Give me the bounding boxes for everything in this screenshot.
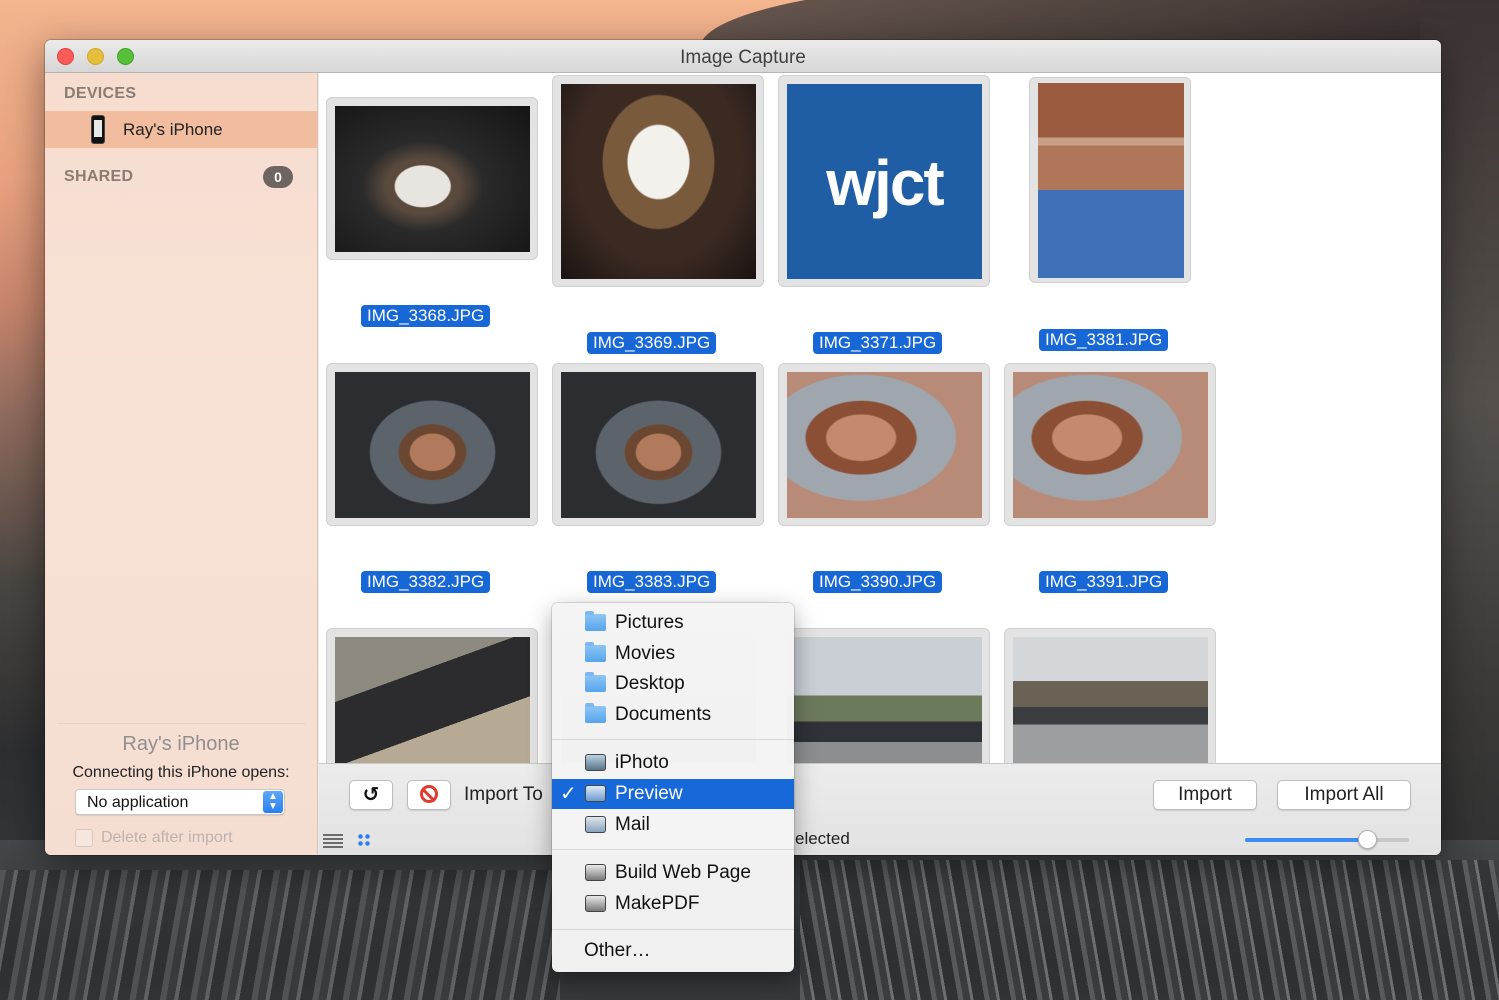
sidebar: DEVICES Ray's iPhone SHARED 0 Ray's iPho…	[45, 73, 318, 855]
thumbnail-tile[interactable]: wjct	[778, 75, 990, 287]
checkmark-icon: ✓	[560, 783, 577, 805]
import-button[interactable]: Import	[1153, 780, 1257, 810]
sidebar-divider	[57, 723, 305, 724]
sidebar-item-device[interactable]: Ray's iPhone	[45, 111, 317, 148]
portrait-photo-icon	[561, 372, 756, 518]
wjct-logo-text: wjct	[826, 147, 944, 219]
menu-separator	[552, 929, 794, 930]
slider-fill	[1245, 838, 1368, 842]
thumbnail-tile[interactable]	[1004, 628, 1216, 763]
image-grid: IMG_3368.JPG IMG_3369.JPG wjct IMG_3371.…	[319, 73, 1441, 763]
rotate-left-button[interactable]: ↺	[349, 780, 393, 810]
menu-item-iphoto[interactable]: iPhoto	[552, 748, 794, 778]
menu-item-label: MakePDF	[615, 893, 700, 914]
thumbnail-tile[interactable]	[552, 363, 764, 526]
preview-app-icon	[585, 785, 606, 802]
thumbnail-tile[interactable]	[1029, 77, 1191, 283]
devices-header: DEVICES	[64, 85, 137, 102]
thumbnail-label[interactable]: IMG_3382.JPG	[361, 571, 491, 593]
thumbnail-tile[interactable]	[326, 363, 538, 526]
opens-application-value: No application	[87, 794, 189, 811]
thumbnail-label[interactable]: IMG_3390.JPG	[813, 571, 943, 593]
menu-item-label: Documents	[615, 704, 712, 725]
menu-item-label: Movies	[615, 643, 676, 664]
menu-item-documents[interactable]: Documents	[552, 700, 794, 730]
slider-knob[interactable]	[1358, 830, 1377, 849]
mail-app-icon	[585, 816, 606, 833]
device-name: Ray's iPhone	[123, 120, 223, 139]
menu-item-label: Preview	[615, 783, 683, 804]
delete-after-import-label: Delete after import	[101, 829, 233, 846]
connecting-opens-label: Connecting this iPhone opens:	[72, 764, 290, 781]
desktop-folder-icon	[585, 672, 606, 692]
thumbnail-tile[interactable]	[326, 97, 538, 260]
street-photo-icon	[787, 637, 982, 763]
import-all-button[interactable]: Import All	[1277, 780, 1411, 810]
menu-item-label: Desktop	[615, 673, 685, 694]
selected-device-title: Ray's iPhone	[122, 733, 240, 755]
import-to-label: Import To	[464, 784, 543, 805]
portrait-photo-icon	[787, 372, 982, 518]
menu-item-other[interactable]: Other…	[552, 936, 794, 966]
wjct-logo-icon: wjct	[787, 84, 982, 279]
script-icon	[585, 864, 606, 881]
menu-separator	[552, 739, 794, 740]
thumbnail-tile[interactable]	[552, 75, 764, 287]
portrait-photo-icon	[335, 372, 530, 518]
menu-item-mail[interactable]: Mail	[552, 810, 794, 840]
thumbnail-label[interactable]: IMG_3371.JPG	[813, 332, 943, 354]
menu-item-label: Build Web Page	[615, 862, 751, 883]
menu-item-build-web-page[interactable]: Build Web Page	[552, 858, 794, 888]
menu-separator	[552, 849, 794, 850]
thumbnail-label[interactable]: IMG_3381.JPG	[1039, 329, 1169, 351]
title-bar[interactable]: Image Capture	[45, 40, 1441, 73]
delete-button[interactable]	[407, 780, 451, 810]
window-title: Image Capture	[680, 47, 806, 68]
coffee-cup-photo-icon	[335, 106, 530, 252]
shared-header: SHARED	[64, 168, 134, 185]
pictures-folder-icon	[585, 611, 606, 631]
menu-item-movies[interactable]: Movies	[552, 639, 794, 669]
delete-icon	[420, 785, 438, 804]
thumbnail-label[interactable]: IMG_3391.JPG	[1039, 571, 1169, 593]
movies-folder-icon	[585, 642, 606, 662]
thumbnail-tile[interactable]	[778, 628, 990, 763]
thumbnail-tile[interactable]	[778, 363, 990, 526]
iphone-icon	[91, 115, 105, 144]
thumbnail-label[interactable]: IMG_3368.JPG	[361, 305, 491, 327]
opens-application-select[interactable]: No application ▲ ▼	[75, 789, 285, 815]
selection-status: elected	[795, 829, 850, 848]
portrait-photo-icon	[1038, 83, 1184, 278]
list-view-icon[interactable]	[323, 834, 343, 848]
rotate-icon: ↺	[362, 784, 380, 806]
portrait-photo-icon	[1013, 372, 1208, 518]
documents-folder-icon	[585, 703, 606, 723]
thumbnail-label[interactable]: IMG_3369.JPG	[587, 332, 717, 354]
thumbnail-tile[interactable]	[1004, 363, 1216, 526]
iphoto-app-icon	[585, 754, 606, 771]
icon-view-icon[interactable]	[357, 833, 371, 847]
bottom-toolbar: ↺ Import To elected Import Import All	[319, 763, 1441, 855]
thumbnail-label[interactable]: IMG_3383.JPG	[587, 571, 717, 593]
menu-item-makepdf[interactable]: MakePDF	[552, 889, 794, 919]
thumbnail-tile[interactable]	[326, 628, 538, 763]
shared-count-badge: 0	[263, 166, 293, 188]
delete-after-import-checkbox[interactable]	[75, 829, 93, 847]
import-to-menu: Pictures Movies Desktop Documents iPhoto…	[552, 603, 794, 972]
street-photo-icon	[1013, 637, 1208, 763]
menu-item-label: Mail	[615, 814, 650, 835]
menu-item-label: iPhoto	[615, 752, 669, 773]
menu-item-pictures[interactable]: Pictures	[552, 608, 794, 638]
coffee-cup-photo-icon	[561, 84, 756, 279]
menu-item-label: Pictures	[615, 612, 684, 633]
thumbnail-size-slider[interactable]	[1245, 830, 1409, 849]
menu-item-preview[interactable]: ✓ Preview	[552, 779, 794, 809]
chevron-updown-icon: ▲ ▼	[263, 791, 283, 813]
menu-item-desktop[interactable]: Desktop	[552, 669, 794, 699]
menu-item-label: Other…	[584, 940, 651, 961]
script-icon	[585, 895, 606, 912]
street-photo-icon	[335, 637, 530, 763]
